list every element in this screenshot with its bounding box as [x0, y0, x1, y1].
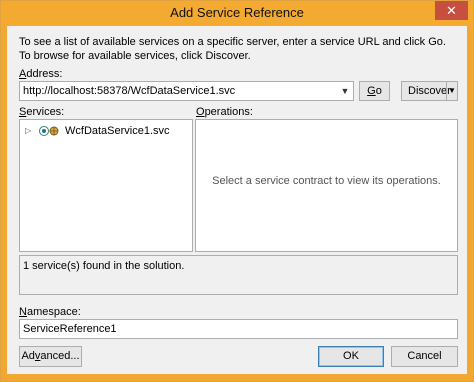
operations-list[interactable]: Select a service contract to view its op…: [195, 119, 458, 252]
go-label: o: [375, 85, 382, 97]
operations-label-access-key: O: [196, 106, 205, 118]
ok-button[interactable]: OK: [318, 346, 384, 367]
dialog-title: Add Service Reference: [170, 5, 304, 20]
namespace-label-access-key: N: [19, 306, 27, 318]
title-bar[interactable]: Add Service Reference ✕: [1, 1, 473, 26]
address-input[interactable]: http://localhost:58378/WcfDataService1.s…: [19, 81, 354, 101]
services-tree[interactable]: ▷ WcfDataService1.svc: [19, 119, 193, 252]
namespace-label: Namespace:: [19, 306, 81, 318]
chevron-down-icon[interactable]: ▼: [339, 82, 351, 100]
close-icon: ✕: [446, 3, 457, 18]
advanced-label-rest: anced...: [40, 350, 80, 362]
address-value: http://localhost:58378/WcfDataService1.s…: [23, 85, 236, 97]
go-button[interactable]: Go: [359, 81, 390, 101]
go-access-key: G: [367, 85, 376, 97]
status-box: 1 service(s) found in the solution.: [19, 255, 458, 295]
cancel-label: Cancel: [407, 350, 442, 362]
expand-arrow-icon[interactable]: ▷: [25, 124, 31, 138]
status-text: 1 service(s) found in the solution.: [23, 260, 185, 272]
ok-label: OK: [343, 350, 359, 362]
namespace-input[interactable]: ServiceReference1: [19, 319, 458, 339]
dialog-window: Add Service Reference ✕ To see a list of…: [0, 0, 474, 382]
address-label: Address:: [19, 68, 62, 80]
discover-button[interactable]: Discover ▼: [401, 81, 458, 101]
address-label-text: ddress:: [26, 68, 63, 80]
advanced-label-prefix: Ad: [21, 350, 35, 362]
services-label-text: ervices:: [26, 106, 65, 118]
operations-placeholder: Select a service contract to view its op…: [212, 175, 441, 187]
services-label: Services:: [19, 106, 64, 118]
cancel-button[interactable]: Cancel: [391, 346, 458, 367]
namespace-label-text: amespace:: [26, 306, 81, 318]
service-globe-icon: [39, 126, 59, 136]
operations-label: Operations:: [196, 106, 253, 118]
service-name: WcfDataService1.svc: [65, 125, 170, 137]
namespace-value: ServiceReference1: [23, 323, 117, 335]
close-button[interactable]: ✕: [435, 1, 468, 20]
discover-label: Discover: [408, 85, 451, 97]
intro-text: To see a list of available services on a…: [19, 36, 446, 62]
operations-label-text: perations:: [204, 106, 253, 118]
advanced-button[interactable]: Advanced...: [19, 346, 82, 367]
dialog-client: To see a list of available services on a…: [7, 26, 467, 374]
discover-dropdown-icon[interactable]: ▼: [446, 82, 457, 100]
